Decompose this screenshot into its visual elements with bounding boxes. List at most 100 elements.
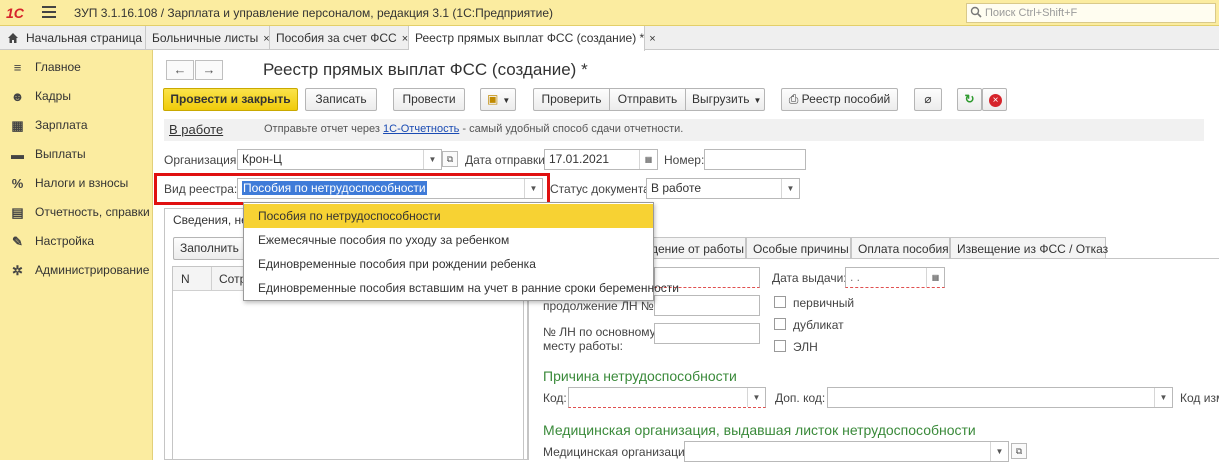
chevron-down-icon[interactable]: ▼ bbox=[990, 442, 1008, 461]
main-job-label-2: месту работы: bbox=[543, 339, 623, 353]
status-link[interactable]: В работе bbox=[169, 122, 223, 137]
issue-date-value: . . bbox=[850, 270, 861, 284]
column-header-number[interactable]: N bbox=[181, 272, 190, 286]
open-icon: ⧉ bbox=[1015, 446, 1023, 456]
sidebar-item-taxes[interactable]: % Налоги и взносы bbox=[0, 169, 153, 198]
eln-checkbox[interactable] bbox=[774, 340, 786, 352]
sidebar-item-salary[interactable]: ▦ Зарплата bbox=[0, 111, 153, 140]
tab-benefit-payment[interactable]: Оплата пособия bbox=[851, 237, 950, 259]
tab-fss-registry[interactable]: Реестр прямых выплат ФСС (создание) * × bbox=[409, 26, 656, 51]
post-and-close-button[interactable]: Провести и закрыть bbox=[163, 88, 298, 111]
open-icon: ⧉ bbox=[446, 154, 454, 164]
app-title: ЗУП 3.1.16.108 / Зарплата и управление п… bbox=[74, 6, 554, 20]
chevron-down-icon[interactable]: ▼ bbox=[747, 388, 765, 407]
sidebar-item-payments[interactable]: ▬ Выплаты bbox=[0, 140, 153, 169]
sidebar-item-main[interactable]: ≡ Главное bbox=[0, 53, 153, 82]
tab-special-reasons[interactable]: Особые причины bbox=[746, 237, 851, 259]
code-field[interactable]: ▼ bbox=[568, 387, 766, 408]
calendar-icon[interactable]: ▦ bbox=[639, 150, 657, 169]
document-stack-icon: ▣ bbox=[487, 92, 499, 106]
dropdown-option[interactable]: Пособия по нетрудоспособности bbox=[244, 204, 653, 228]
tab-release-from-work[interactable]: дение от работы bbox=[644, 237, 746, 259]
send-date-label: Дата отправки: bbox=[465, 153, 549, 167]
percent-icon: % bbox=[11, 176, 24, 191]
send-date-field[interactable]: 17.01.2021 ▦ bbox=[544, 149, 658, 170]
tab-info[interactable]: Сведения, не bbox=[165, 209, 245, 231]
registry-type-value: Пособия по нетрудоспособности bbox=[242, 181, 427, 195]
med-org-field[interactable]: ▼ bbox=[684, 441, 1009, 462]
sidebar-item-hr[interactable]: ☻ Кадры bbox=[0, 82, 153, 111]
tab-fss-notice[interactable]: Извещение из ФСС / Отказ bbox=[950, 237, 1108, 259]
close-icon[interactable]: × bbox=[263, 33, 269, 45]
info-bar: В работе Отправьте отчет через 1С-Отчетн… bbox=[164, 119, 1204, 141]
upload-button[interactable]: Выгрузить ▼ bbox=[685, 88, 765, 111]
doc-status-value: В работе bbox=[651, 181, 702, 195]
main-job-field[interactable] bbox=[654, 323, 760, 344]
duplicate-checkbox[interactable] bbox=[774, 318, 786, 330]
attach-button[interactable]: ⌀ bbox=[914, 88, 942, 111]
sidebar-item-reports[interactable]: ▤ Отчетность, справки bbox=[0, 198, 153, 227]
menu-icon: ≡ bbox=[13, 60, 22, 75]
send-button[interactable]: Отправить bbox=[609, 88, 686, 111]
extra-code-label: Доп. код: bbox=[775, 391, 826, 405]
home-icon bbox=[8, 33, 18, 43]
sidebar-item-label: Зарплата bbox=[35, 118, 88, 132]
chevron-down-icon[interactable]: ▼ bbox=[524, 179, 542, 198]
calendar-icon[interactable]: ▦ bbox=[926, 268, 944, 287]
back-button[interactable]: ← bbox=[166, 60, 194, 80]
primary-label: первичный bbox=[793, 296, 855, 310]
org-value: Крон-Ц bbox=[242, 152, 282, 166]
close-icon[interactable]: × bbox=[402, 33, 408, 45]
sidebar-item-label: Кадры bbox=[35, 89, 71, 103]
paperclip-icon: ⌀ bbox=[924, 92, 932, 106]
chevron-down-icon[interactable]: ▼ bbox=[423, 150, 441, 169]
registry-type-dropdown: Пособия по нетрудоспособности Ежемесячны… bbox=[243, 202, 679, 301]
refresh-button[interactable]: ↻ bbox=[957, 88, 982, 111]
chevron-down-icon: ▼ bbox=[753, 96, 762, 105]
info-text-before: Отправьте отчет через bbox=[264, 123, 384, 135]
tab-sick-leaves[interactable]: Больничные листы × bbox=[146, 26, 270, 50]
sidebar-item-label: Главное bbox=[35, 60, 81, 74]
post-button[interactable]: Провести bbox=[393, 88, 465, 111]
save-button[interactable]: Записать bbox=[305, 88, 377, 111]
dropdown-option[interactable]: Единовременные пособия вставшим на учет … bbox=[244, 276, 679, 300]
issue-date-field[interactable]: . . ▦ bbox=[845, 267, 945, 288]
reason-section-title: Причина нетрудоспособности bbox=[543, 368, 737, 384]
tab-label: Реестр прямых выплат ФСС (создание) * bbox=[415, 31, 645, 45]
close-circle-icon: × bbox=[989, 94, 1002, 107]
form-area: ← → Реестр прямых выплат ФСС (создание) … bbox=[154, 51, 1219, 462]
open-med-org-button[interactable]: ⧉ bbox=[1011, 443, 1027, 459]
sidebar-item-label: Отчетность, справки bbox=[35, 205, 150, 219]
sidebar-item-admin[interactable]: ✲ Администрирование bbox=[0, 256, 153, 285]
extra-code-field[interactable]: ▼ bbox=[827, 387, 1173, 408]
chevron-down-icon[interactable]: ▼ bbox=[1154, 388, 1172, 407]
delete-button[interactable]: × bbox=[982, 88, 1007, 111]
forward-button[interactable]: → bbox=[195, 60, 223, 80]
fill-button[interactable]: Заполнить bbox=[173, 237, 245, 260]
continuation-field[interactable] bbox=[654, 295, 760, 316]
tab-fss-benefits[interactable]: Пособия за счет ФСС × bbox=[270, 26, 409, 50]
benefits-registry-button[interactable]: ⎙ Реестр пособий bbox=[781, 88, 898, 111]
org-field[interactable]: Крон-Ц ▼ bbox=[237, 149, 442, 170]
hamburger-menu-icon[interactable] bbox=[42, 6, 56, 18]
chevron-down-icon[interactable]: ▼ bbox=[781, 179, 799, 198]
info-text-after: - самый удобный способ сдачи отчетности. bbox=[459, 123, 684, 135]
tab-home[interactable]: Начальная страница bbox=[0, 26, 146, 50]
issue-date-label: Дата выдачи: bbox=[772, 271, 847, 285]
sidebar-item-settings[interactable]: ✎ Настройка bbox=[0, 227, 153, 256]
dropdown-option[interactable]: Единовременные пособия при рождении ребе… bbox=[244, 252, 653, 276]
doc-status-select[interactable]: В работе ▼ bbox=[646, 178, 800, 199]
check-button[interactable]: Проверить bbox=[533, 88, 610, 111]
global-search-input[interactable]: Поиск Ctrl+Shift+F bbox=[966, 3, 1216, 23]
reporting-link[interactable]: 1С-Отчетность bbox=[383, 123, 459, 135]
dropdown-option[interactable]: Ежемесячные пособия по уходу за ребенком bbox=[244, 228, 653, 252]
registry-type-select[interactable]: Пособия по нетрудоспособности ▼ bbox=[237, 178, 543, 199]
print-menu-button[interactable]: ▣ ▼ bbox=[480, 88, 516, 111]
registry-type-label: Вид реестра: bbox=[164, 182, 238, 196]
open-org-button[interactable]: ⧉ bbox=[442, 151, 458, 167]
close-icon[interactable]: × bbox=[649, 33, 655, 45]
number-field[interactable] bbox=[704, 149, 806, 170]
sidebar-item-label: Настройка bbox=[35, 234, 95, 248]
tab-label: Пособия за счет ФСС bbox=[276, 31, 397, 45]
primary-checkbox[interactable] bbox=[774, 296, 786, 308]
